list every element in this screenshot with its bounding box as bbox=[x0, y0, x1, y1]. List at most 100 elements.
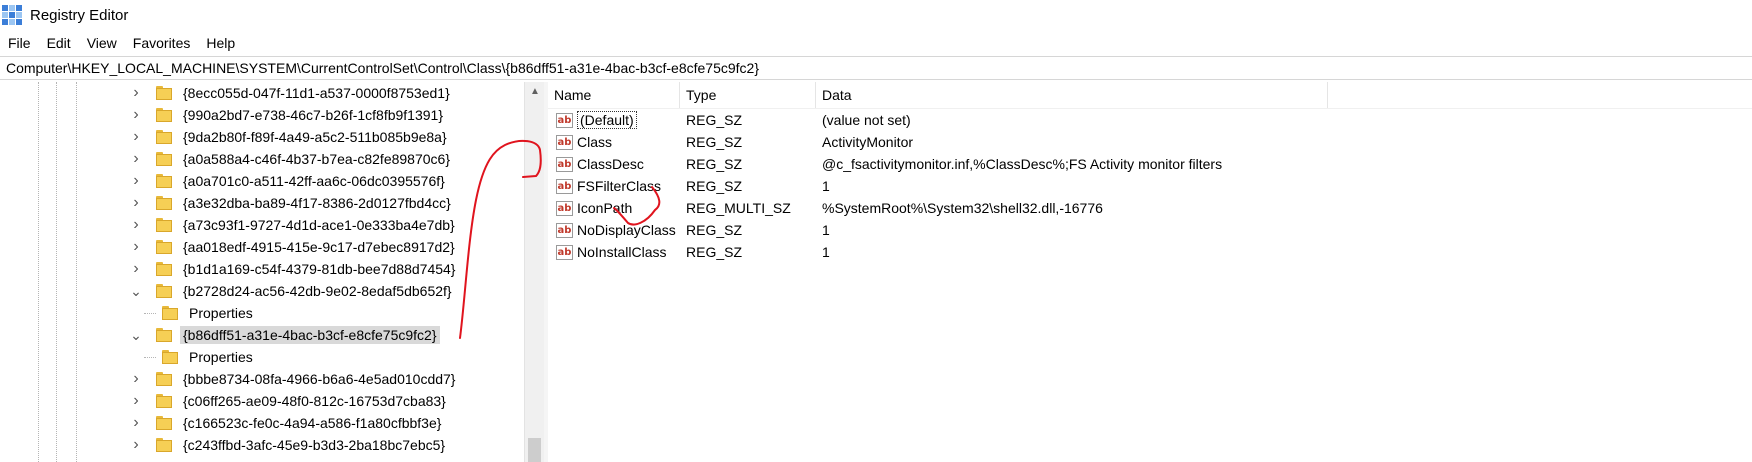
folder-icon bbox=[156, 262, 172, 276]
tree-item-label: {b2728d24-ac56-42db-9e02-8edaf5db652f} bbox=[183, 283, 452, 299]
value-row[interactable]: ab IconPath REG_MULTI_SZ %SystemRoot%\Syste… bbox=[548, 196, 1752, 220]
chevron-right-icon[interactable]: › bbox=[130, 392, 142, 409]
tree-item[interactable]: › {b1d1a169-c54f-4379-81db-bee7d88d7454} bbox=[130, 258, 458, 280]
value-type: REG_SZ bbox=[686, 244, 743, 260]
folder-icon bbox=[156, 284, 172, 298]
chevron-up-icon[interactable]: ▲ bbox=[525, 82, 545, 100]
ab-icon: ab bbox=[556, 178, 573, 194]
tree-item[interactable]: › {8ecc055d-047f-11d1-a537-0000f8753ed1} bbox=[130, 82, 453, 104]
value-name-cell: ab NoInstallClass bbox=[548, 240, 680, 264]
tree-item-label: {c243ffbd-3afc-45e9-b3d3-2ba18bc7ebc5} bbox=[183, 437, 446, 453]
value-name: FSFilterClass bbox=[577, 178, 662, 194]
chevron-right-icon[interactable]: › bbox=[130, 106, 142, 123]
window-title: Registry Editor bbox=[30, 6, 129, 24]
menu-view[interactable]: View bbox=[79, 35, 125, 51]
tree-guide-line bbox=[38, 82, 39, 462]
value-type: REG_SZ bbox=[686, 134, 743, 150]
chevron-right-icon[interactable]: › bbox=[130, 194, 142, 211]
folder-icon bbox=[156, 240, 172, 254]
tree-item[interactable]: › {c166523c-fe0c-4a94-a586-f1a80cfbbf3e} bbox=[130, 412, 444, 434]
menu-file[interactable]: File bbox=[0, 35, 39, 51]
tree-item[interactable]: › {a0a588a4-c46f-4b37-b7ea-c82fe89870c6} bbox=[130, 148, 453, 170]
value-name-cell: ab ClassDesc bbox=[548, 152, 680, 176]
tree-item-label: {a3e32dba-ba89-4f17-8386-2d0127fbd4cc} bbox=[183, 195, 451, 211]
value-row[interactable]: ab ClassDesc REG_SZ @c_fsactivitymonitor.in… bbox=[548, 152, 1752, 176]
ab-icon: ab bbox=[556, 244, 573, 260]
values-list: Name Type Data ab (Default) REG_SZ (value n… bbox=[548, 82, 1752, 462]
tree-item-label: Properties bbox=[189, 305, 253, 321]
column-header-type[interactable]: Type bbox=[680, 82, 816, 108]
scroll-thumb[interactable] bbox=[528, 438, 541, 462]
chevron-right-icon[interactable]: › bbox=[130, 260, 142, 277]
tree-item[interactable]: › {a3e32dba-ba89-4f17-8386-2d0127fbd4cc} bbox=[130, 192, 454, 214]
value-row[interactable]: ab NoDisplayClass REG_SZ 1 bbox=[548, 218, 1752, 242]
folder-icon bbox=[156, 394, 172, 408]
tree-item[interactable]: › {c06ff265-ae09-48f0-812c-16753d7cba83} bbox=[130, 390, 449, 412]
chevron-right-icon[interactable]: › bbox=[130, 238, 142, 255]
chevron-right-icon[interactable]: › bbox=[130, 414, 142, 431]
menu-bar: File Edit View Favorites Help bbox=[0, 30, 243, 56]
tree-item-label: {c166523c-fe0c-4a94-a586-f1a80cfbbf3e} bbox=[183, 415, 442, 431]
chevron-right-icon[interactable]: › bbox=[130, 150, 142, 167]
tree-item[interactable]: › {aa018edf-4915-415e-9c17-d7ebec8917d2} bbox=[130, 236, 458, 258]
address-path[interactable]: Computer\HKEY_LOCAL_MACHINE\SYSTEM\Curre… bbox=[0, 60, 759, 76]
tree-item[interactable]: › {a73c93f1-9727-4d1d-ace1-0e333ba4e7db} bbox=[130, 214, 458, 236]
value-type: REG_SZ bbox=[686, 178, 743, 194]
tree-item[interactable]: › {a0a701c0-a511-42ff-aa6c-06dc0395576f} bbox=[130, 170, 448, 192]
chevron-right-icon[interactable]: › bbox=[130, 84, 142, 101]
tree-connector bbox=[144, 356, 156, 358]
chevron-right-icon[interactable]: › bbox=[130, 216, 142, 233]
tree-item[interactable]: ⌄ {b2728d24-ac56-42db-9e02-8edaf5db652f} bbox=[130, 280, 455, 302]
value-type: REG_SZ bbox=[686, 112, 743, 128]
tree-item[interactable]: › {9da2b80f-f89f-4a49-a5c2-511b085b9e8a} bbox=[130, 126, 450, 148]
value-name: (Default) bbox=[577, 111, 637, 129]
tree-item[interactable]: ⌄ {b86dff51-a31e-4bac-b3cf-e8cfe75c9fc2} bbox=[130, 324, 440, 346]
value-type: REG_SZ bbox=[686, 156, 743, 172]
tree-item-label: {a0a588a4-c46f-4b37-b7ea-c82fe89870c6} bbox=[183, 151, 451, 167]
value-row[interactable]: ab Class REG_SZ ActivityMonitor bbox=[548, 130, 1752, 154]
value-data: (value not set) bbox=[822, 112, 911, 128]
column-header-data[interactable]: Data bbox=[816, 82, 1328, 108]
ab-icon: ab bbox=[556, 112, 573, 128]
tree-item[interactable]: Properties bbox=[144, 346, 256, 368]
ab-icon: ab bbox=[556, 200, 573, 216]
value-data: 1 bbox=[822, 222, 830, 238]
column-header-name[interactable]: Name bbox=[548, 82, 680, 108]
folder-icon bbox=[156, 218, 172, 232]
folder-icon bbox=[156, 108, 172, 122]
address-bar[interactable]: Computer\HKEY_LOCAL_MACHINE\SYSTEM\Curre… bbox=[0, 56, 1752, 80]
value-name: Class bbox=[577, 134, 613, 150]
tree-item-label: {b86dff51-a31e-4bac-b3cf-e8cfe75c9fc2} bbox=[180, 326, 440, 344]
value-row[interactable]: ab NoInstallClass REG_SZ 1 bbox=[548, 240, 1752, 264]
tree-guide-line bbox=[56, 82, 57, 462]
value-name-cell: ab NoDisplayClass bbox=[548, 218, 680, 242]
menu-help[interactable]: Help bbox=[198, 35, 243, 51]
tree-item-label: {c06ff265-ae09-48f0-812c-16753d7cba83} bbox=[183, 393, 446, 409]
value-type: REG_MULTI_SZ bbox=[686, 200, 791, 216]
chevron-right-icon[interactable]: › bbox=[130, 128, 142, 145]
menu-favorites[interactable]: Favorites bbox=[125, 35, 199, 51]
tree-item-label: {9da2b80f-f89f-4a49-a5c2-511b085b9e8a} bbox=[183, 129, 447, 145]
value-row[interactable]: ab FSFilterClass REG_SZ 1 bbox=[548, 174, 1752, 198]
tree-item[interactable]: › {990a2bd7-e738-46c7-b26f-1cf8fb9f1391} bbox=[130, 104, 446, 126]
tree-item-label: {a73c93f1-9727-4d1d-ace1-0e333ba4e7db} bbox=[183, 217, 455, 233]
tree-item[interactable]: Properties bbox=[144, 302, 256, 324]
chevron-down-icon[interactable]: ⌄ bbox=[130, 327, 142, 343]
tree-item-label: {a0a701c0-a511-42ff-aa6c-06dc0395576f} bbox=[183, 173, 445, 189]
chevron-right-icon[interactable]: › bbox=[130, 436, 142, 453]
chevron-down-icon[interactable]: ⌄ bbox=[130, 283, 142, 299]
tree-scrollbar[interactable]: ▲ bbox=[524, 82, 544, 462]
value-row[interactable]: ab (Default) REG_SZ (value not set) bbox=[548, 108, 1752, 132]
folder-icon bbox=[156, 130, 172, 144]
value-name-cell: ab (Default) bbox=[548, 108, 680, 132]
folder-icon bbox=[156, 174, 172, 188]
folder-icon bbox=[156, 416, 172, 430]
tree-item[interactable]: › {c243ffbd-3afc-45e9-b3d3-2ba18bc7ebc5} bbox=[130, 434, 448, 456]
chevron-right-icon[interactable]: › bbox=[130, 370, 142, 387]
title-bar: Registry Editor bbox=[0, 0, 1752, 30]
menu-edit[interactable]: Edit bbox=[39, 35, 79, 51]
ab-icon: ab bbox=[556, 222, 573, 238]
value-data: @c_fsactivitymonitor.inf,%ClassDesc%;FS … bbox=[822, 156, 1223, 172]
chevron-right-icon[interactable]: › bbox=[130, 172, 142, 189]
tree-item[interactable]: › {bbbe8734-08fa-4966-b6a6-4e5ad010cdd7} bbox=[130, 368, 458, 390]
